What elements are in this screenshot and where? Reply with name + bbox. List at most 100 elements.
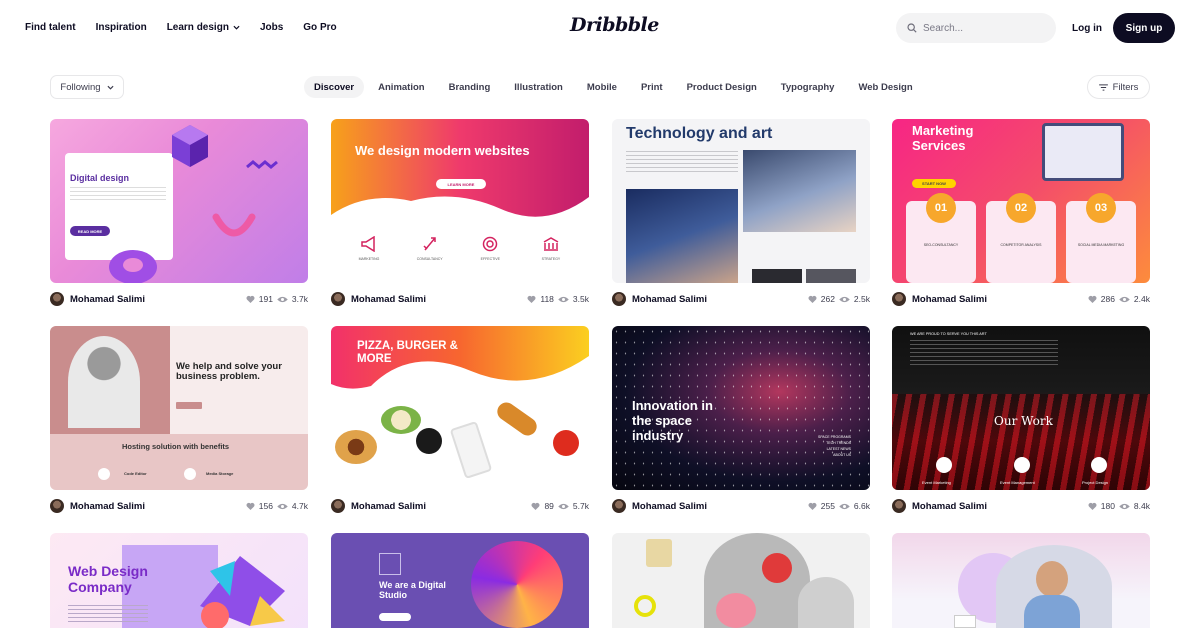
avatar [331, 499, 345, 513]
shot-card[interactable]: Marketing Services START NOW 01 SEO-CONS… [892, 119, 1150, 310]
shot-title: Our Work [994, 414, 1053, 428]
heart-icon[interactable] [1088, 502, 1097, 510]
shot-thumbnail[interactable]: We design modern websites LEARN MORE MAR… [331, 119, 589, 283]
geometric-illustration [200, 556, 285, 628]
avatar [50, 292, 64, 306]
dribbble-logo[interactable]: Dribbble [570, 14, 659, 36]
heart-icon[interactable] [808, 502, 817, 510]
crowd-photo [892, 394, 1150, 490]
shot-author[interactable]: Mohamad Salimi [50, 292, 145, 306]
nav-inspiration[interactable]: Inspiration [96, 22, 147, 33]
shot-card[interactable] [612, 533, 870, 628]
shot-author[interactable]: Mohamad Salimi [331, 499, 426, 513]
likes-count: 191 [258, 294, 273, 304]
shot-title: Technology and art [626, 125, 773, 142]
heart-icon[interactable] [531, 502, 540, 510]
cta-button [176, 402, 202, 409]
chevron-down-icon [233, 25, 240, 30]
heart-icon[interactable] [246, 295, 255, 303]
cta-button [379, 613, 411, 621]
search-input[interactable] [923, 22, 1043, 34]
heart-icon[interactable] [246, 502, 255, 510]
tab-mobile[interactable]: Mobile [577, 76, 627, 98]
shot-thumbnail[interactable]: Digital design READ MORE [50, 119, 308, 283]
tab-print[interactable]: Print [631, 76, 673, 98]
shot-card[interactable]: We are a Digital Studio [331, 533, 589, 628]
shot-card[interactable]: Innovation in the space industry SPACE P… [612, 326, 870, 517]
nav-find-talent[interactable]: Find talent [25, 22, 76, 33]
photo-strip [752, 269, 802, 283]
shot-thumbnail[interactable]: Innovation in the space industry SPACE P… [612, 326, 870, 490]
shot-card[interactable]: Digital design READ MORE Mohamad Salimi … [50, 119, 308, 310]
likes-count: 262 [820, 294, 835, 304]
author-name: Mohamad Salimi [70, 293, 145, 305]
following-dropdown[interactable]: Following [50, 75, 124, 99]
shot-thumbnail[interactable]: Marketing Services START NOW 01 SEO-CONS… [892, 119, 1150, 283]
photo-strip [806, 269, 856, 283]
likes-count: 255 [820, 501, 835, 511]
shot-thumbnail[interactable]: We help and solve your business problem.… [50, 326, 308, 490]
shot-thumbnail[interactable]: PIZZA, BURGER & MORE [331, 326, 589, 490]
shot-card[interactable]: We help and solve your business problem.… [50, 326, 308, 517]
shot-thumbnail[interactable]: Technology and art [612, 119, 870, 283]
filters-label: Filters [1112, 81, 1139, 93]
eye-icon [277, 296, 288, 302]
monitor-illustration [1042, 123, 1124, 181]
shot-author[interactable]: Mohamad Salimi [331, 292, 426, 306]
service-marketing: MARKETING [349, 235, 389, 261]
nav-go-pro[interactable]: Go Pro [303, 22, 336, 33]
shot-author[interactable]: Mohamad Salimi [612, 292, 707, 306]
text-lines [910, 340, 1058, 368]
views-count: 2.4k [1133, 294, 1150, 304]
photo-woman-tablet [626, 189, 738, 283]
views-count: 4.7k [291, 501, 308, 511]
login-link[interactable]: Log in [1072, 23, 1102, 34]
shot-thumbnail[interactable]: We are a Digital Studio [331, 533, 589, 628]
heart-icon[interactable] [527, 295, 536, 303]
shot-meta: Mohamad Salimi 191 3.7k [50, 288, 308, 310]
wave-header [331, 119, 589, 217]
tab-web-design[interactable]: Web Design [848, 76, 922, 98]
shot-stats: 180 8.4k [1088, 501, 1150, 511]
tab-discover[interactable]: Discover [304, 76, 365, 98]
nav-jobs[interactable]: Jobs [260, 22, 283, 33]
views-count: 3.7k [291, 294, 308, 304]
views-count: 2.5k [853, 294, 870, 304]
shot-thumbnail[interactable]: Web Design Company [50, 533, 308, 628]
heart-icon[interactable] [1088, 295, 1097, 303]
eye-icon [839, 296, 850, 302]
grey-circle [798, 577, 854, 628]
filters-button[interactable]: Filters [1087, 75, 1150, 99]
tab-illustration[interactable]: Illustration [504, 76, 573, 98]
shot-thumbnail[interactable] [892, 533, 1150, 628]
shot-stats: 262 2.5k [808, 294, 870, 304]
shot-card[interactable]: We design modern websites LEARN MORE MAR… [331, 119, 589, 310]
target-icon [483, 236, 498, 252]
tab-product-design[interactable]: Product Design [677, 76, 767, 98]
steps-row: 01 SEO-CONSULTANCY 02 COMPETITOR ANALYSI… [906, 193, 1136, 283]
shot-author[interactable]: Mohamad Salimi [612, 499, 707, 513]
shot-card[interactable]: Technology and art Mohamad Salimi 262 2.… [612, 119, 870, 310]
shot-thumbnail[interactable]: WE ARE PROUD TO SERVE YOU THIS ART Our W… [892, 326, 1150, 490]
following-label: Following [60, 81, 101, 93]
shot-card[interactable]: PIZZA, BURGER & MORE Mohamad Salimi 89 5… [331, 326, 589, 517]
service-effective: EFFECTIVE [470, 236, 510, 261]
step-card: 01 SEO-CONSULTANCY [906, 193, 976, 283]
shot-stats: 118 3.5k [527, 294, 589, 304]
nav-learn-design[interactable]: Learn design [167, 22, 240, 33]
shot-card[interactable] [892, 533, 1150, 628]
ring-shape [634, 595, 656, 617]
tab-branding[interactable]: Branding [439, 76, 501, 98]
heart-icon[interactable] [808, 295, 817, 303]
shot-author[interactable]: Mohamad Salimi [892, 292, 987, 306]
shot-thumbnail[interactable] [612, 533, 870, 628]
shot-author[interactable]: Mohamad Salimi [50, 499, 145, 513]
tab-animation[interactable]: Animation [368, 76, 434, 98]
shot-card[interactable]: WE ARE PROUD TO SERVE YOU THIS ART Our W… [892, 326, 1150, 517]
signup-button[interactable]: Sign up [1113, 13, 1175, 43]
shot-card[interactable]: Web Design Company [50, 533, 308, 628]
search-bar[interactable] [896, 13, 1056, 43]
likes-count: 286 [1100, 294, 1115, 304]
shot-author[interactable]: Mohamad Salimi [892, 499, 987, 513]
tab-typography[interactable]: Typography [771, 76, 845, 98]
